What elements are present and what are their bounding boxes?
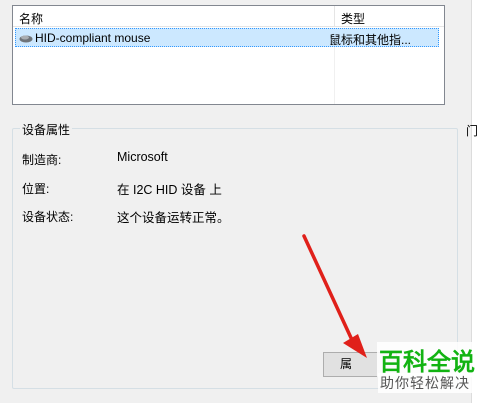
device-function-list[interactable]: 名称 类型 HID-compliant mouse 鼠标和其他指... bbox=[12, 5, 445, 105]
manufacturer-value: Microsoft bbox=[117, 150, 168, 164]
list-item[interactable]: HID-compliant mouse 鼠标和其他指... bbox=[15, 28, 439, 47]
column-divider[interactable] bbox=[334, 6, 335, 27]
device-name: HID-compliant mouse bbox=[35, 31, 151, 45]
location-label: 位置: bbox=[22, 182, 50, 196]
column-header-type[interactable]: 类型 bbox=[341, 10, 365, 27]
manufacturer-label: 制造商: bbox=[22, 153, 62, 167]
watermark-tagline: 助你轻松解决 bbox=[378, 373, 472, 393]
device-status-value: 这个设备运转正常。 bbox=[117, 211, 230, 225]
device-status-label: 设备状态: bbox=[22, 210, 74, 224]
mouse-icon bbox=[19, 35, 33, 43]
device-type: 鼠标和其他指... bbox=[329, 33, 412, 47]
watermark-logo: 百科全说 bbox=[377, 342, 477, 377]
list-header: 名称 类型 bbox=[13, 6, 444, 27]
column-header-name[interactable]: 名称 bbox=[19, 10, 43, 27]
location-value: 在 I2C HID 设备 上 bbox=[117, 183, 222, 197]
properties-button-label: 属 bbox=[339, 357, 352, 371]
adjacent-window-text: 门 bbox=[466, 124, 479, 138]
device-properties-title: 设备属性 bbox=[20, 121, 73, 138]
